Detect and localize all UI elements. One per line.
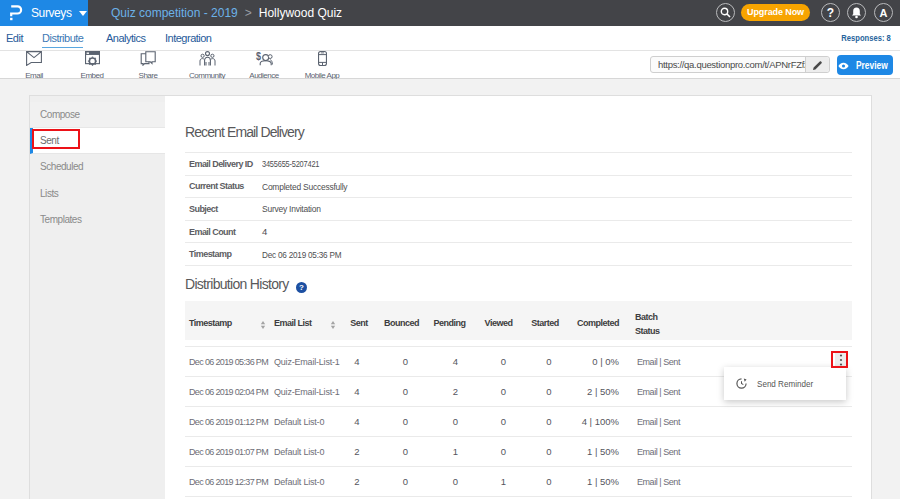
- svg-text:$: $: [256, 51, 262, 63]
